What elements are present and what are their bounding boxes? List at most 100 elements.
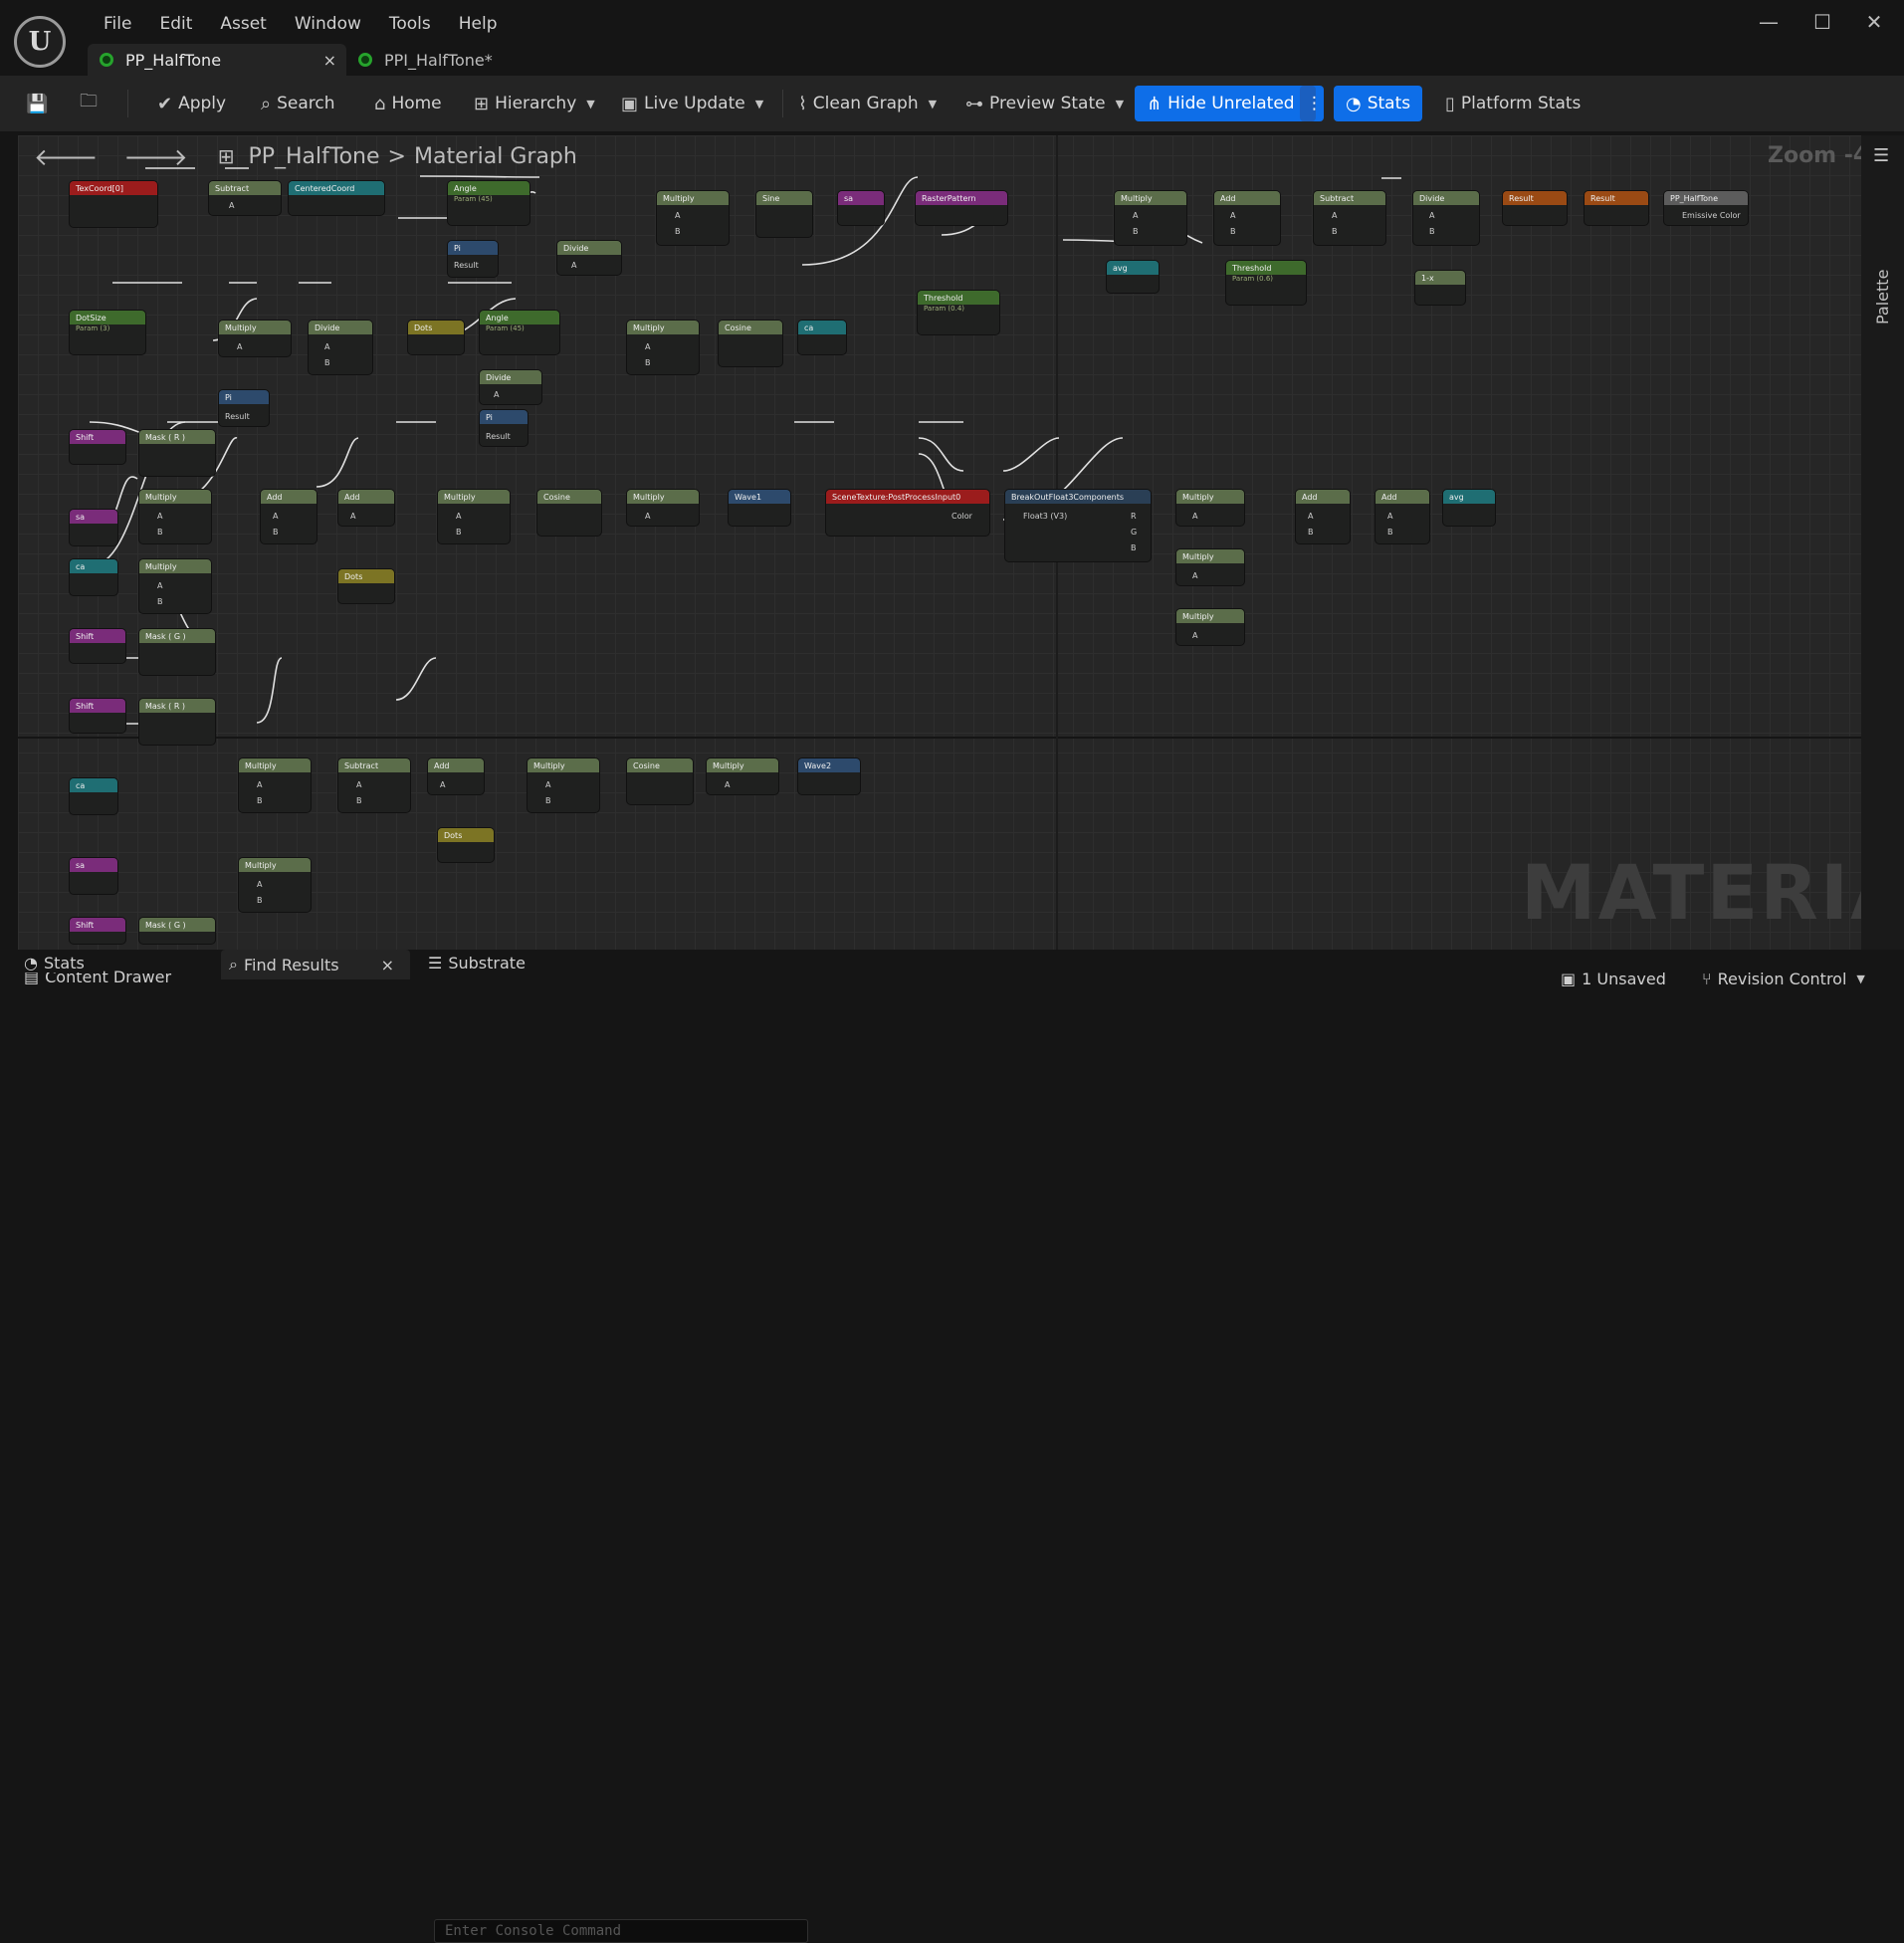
- multiply-node[interactable]: Multiply A: [219, 321, 291, 356]
- add-node[interactable]: Add A B: [1375, 490, 1429, 543]
- pin-b[interactable]: B: [545, 796, 551, 805]
- graph-hierarchy-icon[interactable]: ⊞: [218, 144, 235, 168]
- dotsize-node[interactable]: DotSize Param (3): [70, 311, 145, 354]
- pin-a[interactable]: A: [237, 342, 242, 351]
- pin-a[interactable]: A: [440, 780, 445, 789]
- browse-button[interactable]: 🗀: [80, 86, 98, 121]
- mask-r-node[interactable]: Mask ( R ): [139, 699, 215, 745]
- close-tab-icon[interactable]: ×: [323, 51, 336, 70]
- multiply-node[interactable]: Multiply A B: [528, 758, 599, 812]
- multiply-node[interactable]: Multiply A B: [239, 858, 311, 912]
- hide-unrelated-button[interactable]: ⋔ Hide Unrelated: [1135, 86, 1324, 121]
- pin-a[interactable]: A: [350, 512, 355, 521]
- result-node[interactable]: Result: [1503, 191, 1567, 225]
- pin-b[interactable]: B: [456, 528, 462, 537]
- pi-node[interactable]: Pi Result: [480, 410, 528, 446]
- subtract-node[interactable]: Subtract A B: [338, 758, 410, 812]
- revision-control-button[interactable]: ⑂ Revision Control ▼: [1702, 970, 1865, 988]
- breakout-float3-node[interactable]: BreakOutFloat3Components Float3 (V3) R G B: [1005, 490, 1151, 561]
- menu-help[interactable]: Help: [445, 10, 512, 38]
- mask-g-node[interactable]: Mask ( G ): [139, 629, 215, 675]
- pin-color[interactable]: Color: [952, 512, 972, 521]
- pin-b[interactable]: B: [157, 528, 163, 537]
- dots-node[interactable]: Dots: [438, 828, 494, 862]
- home-button[interactable]: ⌂ Home: [374, 86, 442, 121]
- pin-b[interactable]: B: [273, 528, 279, 537]
- divide-node[interactable]: Divide A B: [309, 321, 372, 374]
- substrate-tab[interactable]: ☰ Substrate: [428, 954, 526, 972]
- unsaved-button[interactable]: ▣ 1 Unsaved: [1561, 970, 1666, 988]
- pin-a[interactable]: A: [545, 780, 550, 789]
- cosine-node[interactable]: Cosine: [719, 321, 782, 366]
- pin-result[interactable]: Result: [454, 261, 479, 270]
- dots-node[interactable]: Dots: [408, 321, 464, 354]
- pin-a[interactable]: A: [1308, 512, 1313, 521]
- pin-a[interactable]: A: [675, 211, 680, 220]
- add-node[interactable]: Add A B: [1214, 191, 1280, 245]
- ca-node[interactable]: ca: [70, 559, 117, 595]
- shift-node[interactable]: Shift: [70, 629, 125, 663]
- pin-a[interactable]: A: [1192, 631, 1197, 640]
- mask-r-node[interactable]: Mask ( R ): [139, 430, 215, 476]
- add-node[interactable]: Add A: [338, 490, 394, 526]
- texcoord-node[interactable]: TexCoord[0]: [70, 181, 157, 227]
- angle-node[interactable]: Angle Param (45): [448, 181, 529, 225]
- rasterpattern-node[interactable]: RasterPattern: [916, 191, 1007, 225]
- pin-a[interactable]: A: [571, 261, 576, 270]
- pin-a[interactable]: A: [494, 390, 499, 399]
- divide-node[interactable]: Divide A: [480, 370, 541, 404]
- pi-node[interactable]: Pi Result: [219, 390, 269, 426]
- multiply-node[interactable]: Multiply A B: [239, 758, 311, 812]
- result-node[interactable]: Result: [1585, 191, 1648, 225]
- menu-file[interactable]: File: [90, 10, 145, 38]
- add-node[interactable]: Add A B: [1296, 490, 1350, 543]
- multiply-node[interactable]: Multiply A B: [139, 490, 211, 543]
- sine-node[interactable]: Sine: [756, 191, 812, 237]
- sa-node[interactable]: sa: [838, 191, 884, 225]
- material-output-node[interactable]: PP_HalfTone Emissive Color: [1664, 191, 1748, 225]
- live-update-button[interactable]: ▣ Live Update ▼: [621, 86, 763, 121]
- pin-a[interactable]: A: [456, 512, 461, 521]
- centeredcoord-node[interactable]: CenteredCoord: [289, 181, 384, 215]
- multiply-node[interactable]: Multiply A: [627, 490, 699, 526]
- pin-a[interactable]: A: [356, 780, 361, 789]
- add-node[interactable]: Add A: [428, 758, 484, 794]
- pin-float3[interactable]: Float3 (V3): [1023, 512, 1067, 521]
- ca-node[interactable]: ca: [798, 321, 846, 354]
- pin-b[interactable]: B: [257, 896, 263, 905]
- pin-a[interactable]: A: [1387, 512, 1392, 521]
- multiply-node[interactable]: Multiply A B: [627, 321, 699, 374]
- threshold-node[interactable]: Threshold Param (0.6): [1226, 261, 1306, 305]
- pin-b[interactable]: B: [1230, 227, 1236, 236]
- shift-node[interactable]: Shift: [70, 430, 125, 464]
- apply-button[interactable]: ✔ Apply: [157, 86, 226, 121]
- pin-b[interactable]: B: [675, 227, 681, 236]
- wave1-node[interactable]: Wave1: [729, 490, 790, 526]
- multiply-node[interactable]: Multiply A: [707, 758, 778, 794]
- divide-node[interactable]: Divide A: [557, 241, 621, 275]
- stats-button[interactable]: ◔ Stats: [1334, 86, 1423, 121]
- cosine-node[interactable]: Cosine: [537, 490, 601, 536]
- tab-pp-halftone[interactable]: PP_HalfTone ×: [88, 44, 346, 76]
- cosine-node[interactable]: Cosine: [627, 758, 693, 804]
- back-arrow-icon[interactable]: 🡐: [34, 142, 98, 171]
- one-minus-node[interactable]: 1-x: [1415, 271, 1465, 305]
- subtract-node[interactable]: Subtract A: [209, 181, 281, 215]
- console-input[interactable]: Enter Console Command: [434, 1919, 808, 1943]
- breadcrumb-graph[interactable]: Material Graph: [414, 144, 577, 169]
- search-button[interactable]: ⌕ Search: [261, 86, 335, 121]
- pi-node[interactable]: Pi Result: [448, 241, 498, 277]
- pin-a[interactable]: A: [1332, 211, 1337, 220]
- shift-node[interactable]: Shift: [70, 699, 125, 733]
- platform-stats-button[interactable]: ▯ Platform Stats: [1445, 86, 1581, 121]
- pin-b[interactable]: B: [257, 796, 263, 805]
- maximize-icon[interactable]: ☐: [1807, 10, 1837, 34]
- pin-a[interactable]: A: [1192, 512, 1197, 521]
- pin-a[interactable]: A: [1133, 211, 1138, 220]
- multiply-node[interactable]: Multiply A B: [1115, 191, 1186, 245]
- pin-a[interactable]: A: [1230, 211, 1235, 220]
- pin-a[interactable]: A: [1429, 211, 1434, 220]
- wave2-node[interactable]: Wave2: [798, 758, 860, 794]
- clean-graph-button[interactable]: ⌇ Clean Graph ▼: [798, 86, 937, 121]
- threshold-node[interactable]: Threshold Param (0.4): [918, 291, 999, 334]
